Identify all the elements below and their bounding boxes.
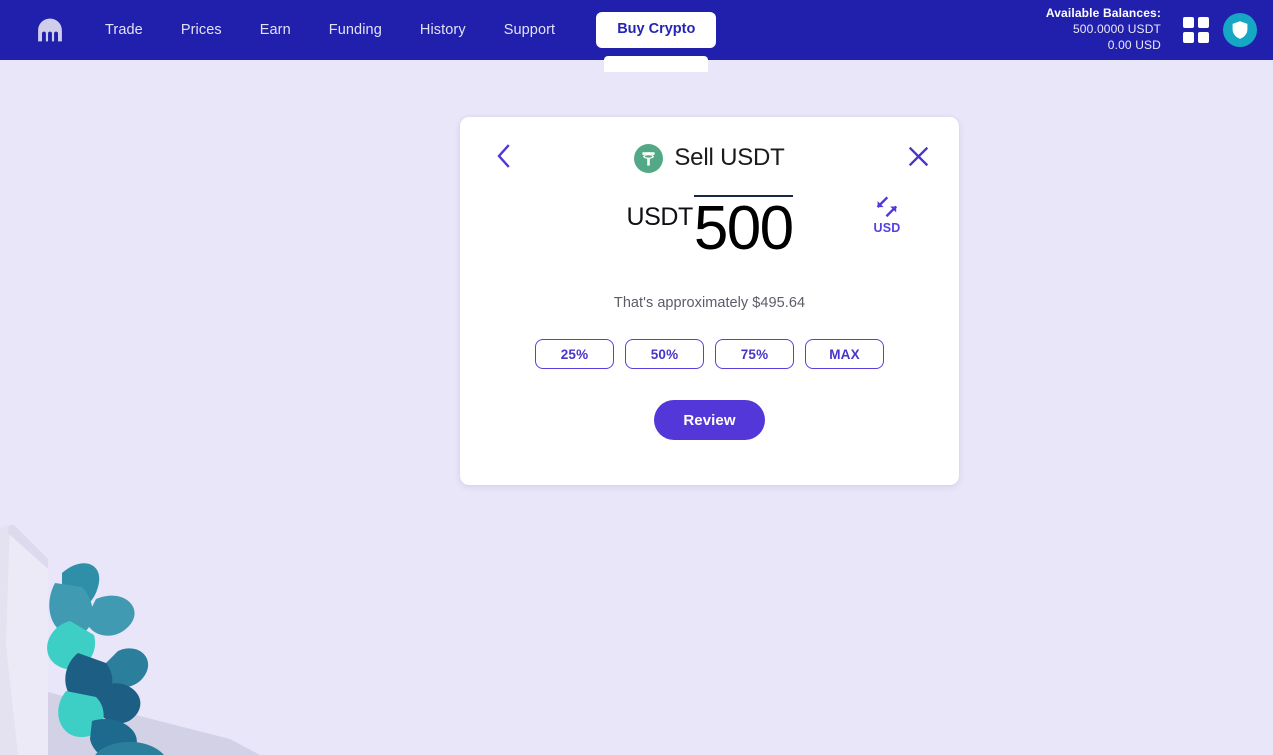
plant-vase-illustration xyxy=(0,525,260,755)
main-nav: Trade Prices Earn Funding History Suppor… xyxy=(86,0,717,73)
chevron-left-icon xyxy=(496,144,510,168)
amount-ticker-label: USDT xyxy=(626,203,693,231)
page-title: Sell USDT xyxy=(674,144,785,171)
sell-usdt-card: Sell USDT USDT 500 USD That's approximat… xyxy=(460,117,959,485)
nav-item-prices[interactable]: Prices xyxy=(162,0,241,60)
card-header: Sell USDT xyxy=(460,117,959,195)
balance-fiat-value: 0.00 USD xyxy=(1107,37,1161,52)
percent-shortcut-row: 25% 50% 75% MAX xyxy=(460,339,959,369)
card-title-row: Sell USDT xyxy=(634,143,785,173)
grid-cell xyxy=(1183,16,1194,28)
grid-cell xyxy=(1198,16,1209,28)
top-navigation-bar: Trade Prices Earn Funding History Suppor… xyxy=(0,0,1273,73)
grid-cell xyxy=(1198,31,1209,43)
close-button[interactable] xyxy=(901,139,935,173)
swap-currency-icon xyxy=(876,196,898,218)
available-balances: Available Balances: 500.0000 USDT 0.00 U… xyxy=(1046,6,1161,54)
shield-avatar-icon[interactable] xyxy=(1223,12,1257,47)
kraken-logo-icon[interactable] xyxy=(30,10,70,50)
grid-cell xyxy=(1183,31,1194,43)
review-row: Review xyxy=(460,400,959,440)
close-x-icon xyxy=(908,146,928,166)
nav-item-funding[interactable]: Funding xyxy=(310,0,401,60)
switch-currency-button[interactable]: USD xyxy=(851,196,923,235)
review-button[interactable]: Review xyxy=(654,400,765,440)
switch-currency-label: USD xyxy=(873,221,901,235)
back-button[interactable] xyxy=(486,139,520,173)
percent-button-75[interactable]: 75% xyxy=(715,339,794,369)
header-right-group: Available Balances: 500.0000 USDT 0.00 U… xyxy=(1046,6,1257,54)
balances-title: Available Balances: xyxy=(1045,6,1161,21)
nav-item-earn[interactable]: Earn xyxy=(241,0,310,60)
tether-usdt-icon xyxy=(634,143,664,173)
amount-entry-zone: USDT 500 USD xyxy=(460,195,959,299)
page-body: Sell USDT USDT 500 USD That's approximat… xyxy=(0,60,1273,755)
percent-button-50[interactable]: 50% xyxy=(625,339,704,369)
percent-button-max[interactable]: MAX xyxy=(805,339,884,369)
balance-crypto-value: 500.0000 USDT xyxy=(1072,22,1161,37)
grid-apps-icon[interactable] xyxy=(1179,13,1213,47)
nav-item-trade[interactable]: Trade xyxy=(86,0,162,60)
amount-input-value[interactable]: 500 xyxy=(693,195,794,260)
nav-item-history[interactable]: History xyxy=(401,0,485,60)
percent-button-25[interactable]: 25% xyxy=(535,339,614,369)
nav-item-support[interactable]: Support xyxy=(485,0,575,60)
buy-crypto-button[interactable]: Buy Crypto xyxy=(596,12,717,73)
